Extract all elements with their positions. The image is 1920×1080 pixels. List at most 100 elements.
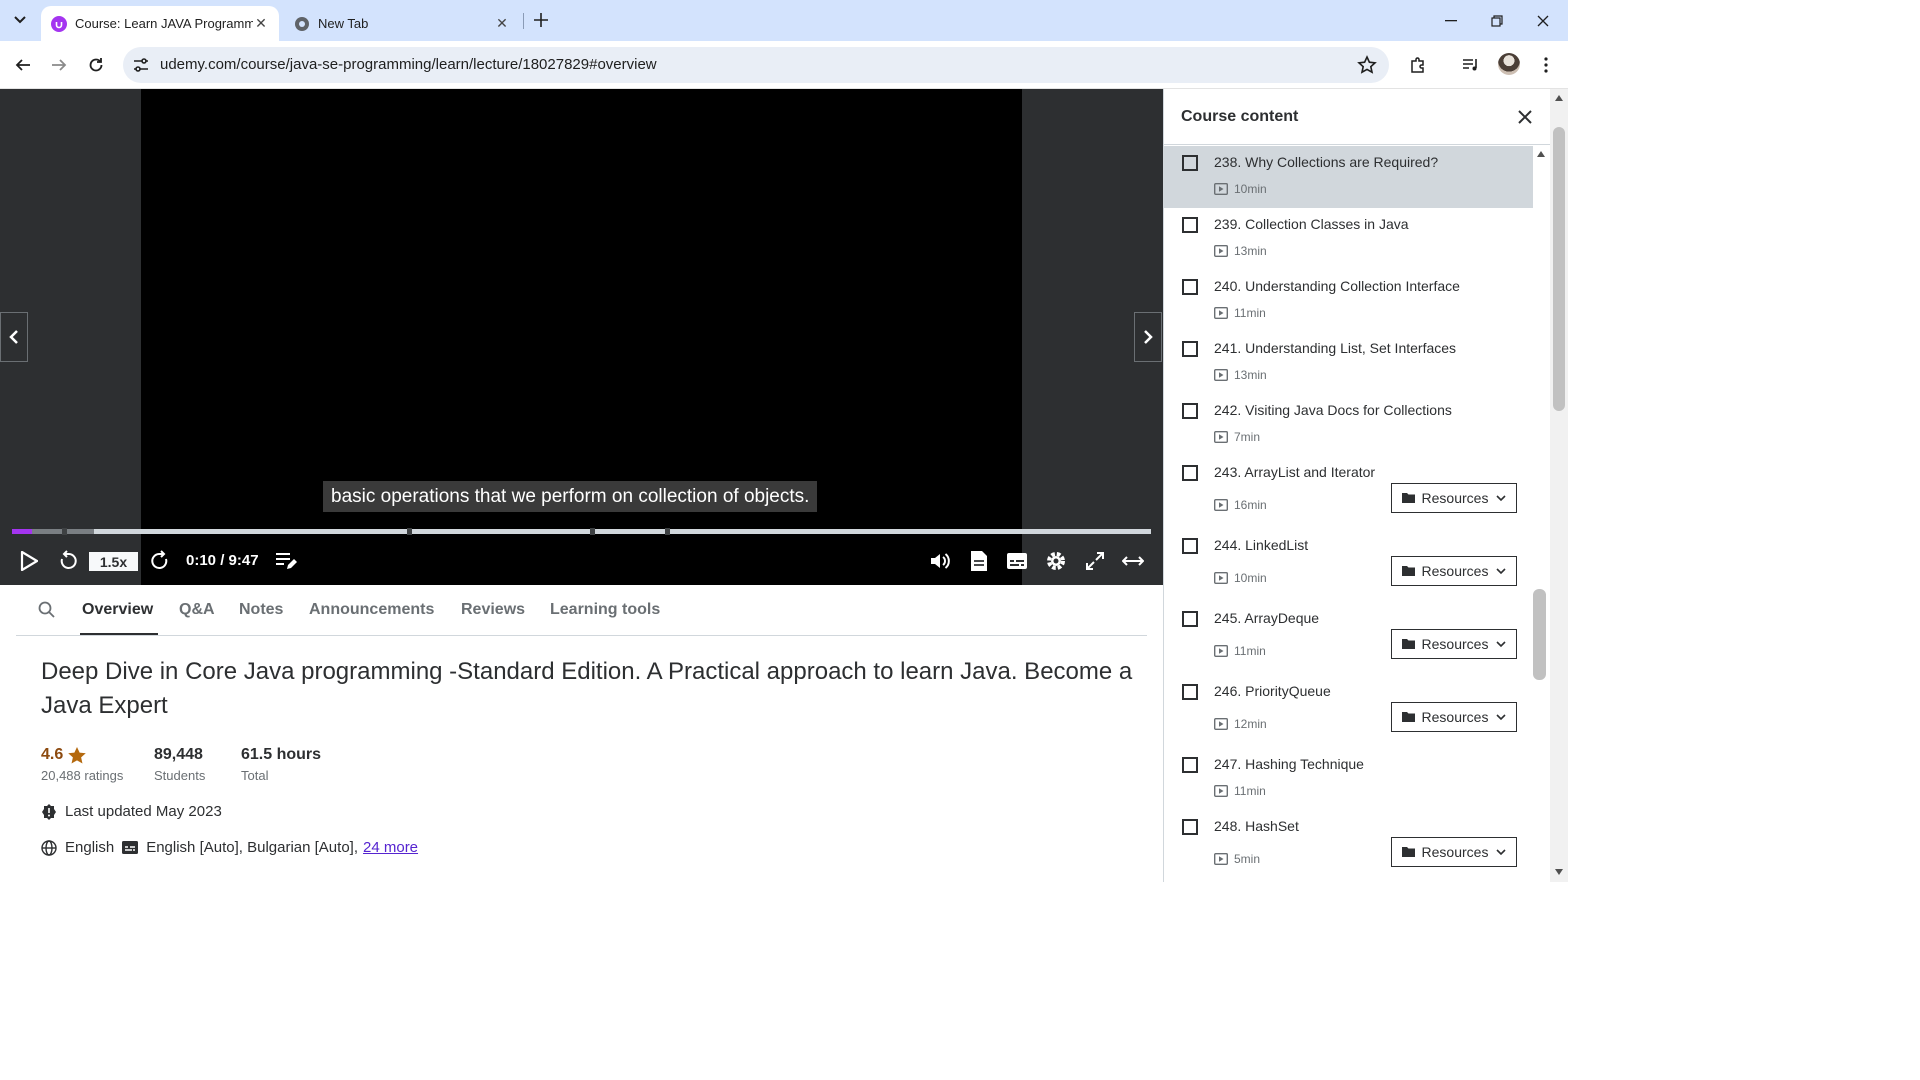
tab-qa[interactable]: Q&A: [179, 601, 215, 619]
lecture-duration: 10min: [1214, 571, 1267, 585]
resources-dropdown-button[interactable]: Resources: [1391, 837, 1517, 867]
tab-reviews[interactable]: Reviews: [461, 601, 525, 619]
lecture-complete-checkbox[interactable]: [1182, 757, 1198, 773]
settings-button[interactable]: [1043, 547, 1069, 575]
close-tab-icon[interactable]: ✕: [494, 15, 510, 32]
folder-open-icon: [1401, 712, 1415, 722]
rewind-5s-button[interactable]: [56, 547, 80, 575]
lecture-complete-checkbox[interactable]: [1182, 465, 1198, 481]
course-title: Deep Dive in Core Java programming -Stan…: [41, 658, 1133, 719]
profile-avatar[interactable]: [1498, 53, 1520, 75]
forward-5s-button[interactable]: [148, 547, 172, 575]
tab-announcements[interactable]: Announcements: [309, 601, 434, 619]
forward-button[interactable]: [44, 50, 74, 80]
add-note-button[interactable]: [274, 547, 298, 575]
tab-learning-tools[interactable]: Learning tools: [550, 601, 660, 619]
lecture-complete-checkbox[interactable]: [1182, 684, 1198, 700]
lecture-title: 244. LinkedList: [1214, 537, 1309, 553]
lecture-complete-checkbox[interactable]: [1182, 279, 1198, 295]
search-icon[interactable]: [38, 601, 56, 619]
captions-button[interactable]: [1004, 547, 1030, 575]
lecture-complete-checkbox[interactable]: [1182, 819, 1198, 835]
lecture-complete-checkbox[interactable]: [1182, 341, 1198, 357]
lecture-item[interactable]: 245. ArrayDeque 11min Resources: [1164, 602, 1533, 675]
lecture-item[interactable]: 243. ArrayList and Iterator 16min Resource…: [1164, 456, 1533, 529]
lecture-duration-text: 5min: [1234, 852, 1261, 866]
lecture-item[interactable]: 241. Understanding List, Set Interfaces 1…: [1164, 332, 1533, 394]
lecture-item[interactable]: 238. Why Collections are Required? 10min: [1164, 146, 1533, 208]
back-button[interactable]: [8, 50, 38, 80]
lecture-title: 238. Why Collections are Required?: [1214, 154, 1439, 170]
playback-speed-button[interactable]: 1.5x: [89, 552, 138, 571]
scroll-up-arrow-icon[interactable]: [1555, 95, 1563, 101]
lecture-item[interactable]: 248. HashSet 5min Resources: [1164, 810, 1533, 883]
more-captions-link[interactable]: 24 more: [363, 839, 418, 856]
rewind-icon: [60, 550, 77, 569]
lecture-complete-checkbox[interactable]: [1182, 217, 1198, 233]
chapter-marker: [590, 528, 595, 535]
hours-stat: 61.5 hours Total: [241, 746, 321, 783]
lecture-item[interactable]: 247. Hashing Technique 11min: [1164, 748, 1533, 810]
reload-button[interactable]: [81, 50, 111, 80]
play-button[interactable]: [17, 547, 41, 575]
rating-stat: 4.6 20,488 ratings: [41, 746, 123, 783]
lecture-duration: 11min: [1214, 784, 1266, 798]
close-window-button[interactable]: [1520, 0, 1566, 41]
previous-lecture-button[interactable]: [0, 312, 28, 362]
lecture-item[interactable]: 244. LinkedList 10min Resources: [1164, 529, 1533, 602]
bookmark-star-icon[interactable]: [1357, 55, 1377, 75]
captions-icon: [122, 840, 139, 856]
resources-label: Resources: [1421, 709, 1489, 725]
resources-dropdown-button[interactable]: Resources: [1391, 556, 1517, 586]
played-bar: [12, 529, 32, 534]
lecture-item[interactable]: 239. Collection Classes in Java 13min: [1164, 208, 1533, 270]
lecture-title: 246. PriorityQueue: [1214, 683, 1331, 699]
tab-search-button[interactable]: [8, 8, 32, 32]
resources-dropdown-button[interactable]: Resources: [1391, 629, 1517, 659]
scroll-down-arrow-icon[interactable]: [1555, 869, 1563, 875]
close-tab-icon[interactable]: ✕: [253, 15, 269, 32]
lecture-list-scrollbar[interactable]: [1533, 589, 1546, 680]
browser-tab-udemy[interactable]: Course: Learn JAVA Programmin ✕: [41, 6, 279, 41]
lecture-complete-checkbox[interactable]: [1182, 155, 1198, 171]
next-lecture-button[interactable]: [1134, 312, 1162, 362]
folder-open-icon: [1401, 566, 1415, 576]
resources-dropdown-button[interactable]: Resources: [1391, 702, 1517, 732]
browser-menu-button[interactable]: [1534, 53, 1558, 77]
site-settings-icon[interactable]: [131, 55, 151, 75]
video-player[interactable]: basic operations that we perform on coll…: [0, 89, 1163, 585]
browser-tab-new[interactable]: New Tab ✕: [284, 6, 520, 41]
video-play-icon: [1214, 307, 1228, 319]
tab-overview[interactable]: Overview: [82, 601, 153, 619]
video-play-icon: [1214, 785, 1228, 797]
lecture-complete-checkbox[interactable]: [1182, 403, 1198, 419]
media-control-button[interactable]: [1459, 53, 1483, 77]
lecture-complete-checkbox[interactable]: [1182, 611, 1198, 627]
address-bar[interactable]: udemy.com/course/java-se-programming/lea…: [123, 47, 1389, 83]
volume-button[interactable]: [927, 547, 953, 575]
list-scroll-up-arrow-icon[interactable]: [1537, 151, 1545, 157]
sidebar-header: Course content: [1164, 89, 1550, 145]
chevron-right-icon: [1144, 330, 1153, 344]
fullscreen-button[interactable]: [1082, 547, 1108, 575]
new-tab-button[interactable]: [530, 9, 552, 31]
lecture-duration-text: 12min: [1234, 717, 1267, 731]
page-scrollbar-thumb[interactable]: [1553, 127, 1565, 411]
transcript-button[interactable]: [966, 547, 992, 575]
resources-dropdown-button[interactable]: Resources: [1391, 483, 1517, 513]
video-progress-bar[interactable]: [12, 528, 1151, 535]
lecture-item[interactable]: 240. Understanding Collection Interface 1…: [1164, 270, 1533, 332]
expanded-view-button[interactable]: [1120, 547, 1146, 575]
globe-icon: [41, 839, 57, 856]
close-sidebar-button[interactable]: [1515, 107, 1535, 127]
browser-tab-bar: Course: Learn JAVA Programmin ✕ New Tab …: [0, 0, 1568, 41]
page-scrollbar[interactable]: [1550, 89, 1568, 882]
tab-notes[interactable]: Notes: [239, 601, 283, 619]
lecture-complete-checkbox[interactable]: [1182, 538, 1198, 554]
folder-open-icon: [1401, 493, 1415, 503]
minimize-button[interactable]: [1428, 0, 1474, 41]
lecture-item[interactable]: 242. Visiting Java Docs for Collections 7…: [1164, 394, 1533, 456]
restore-button[interactable]: [1474, 0, 1520, 41]
lecture-item[interactable]: 246. PriorityQueue 12min Resources: [1164, 675, 1533, 748]
extensions-button[interactable]: [1406, 53, 1430, 77]
